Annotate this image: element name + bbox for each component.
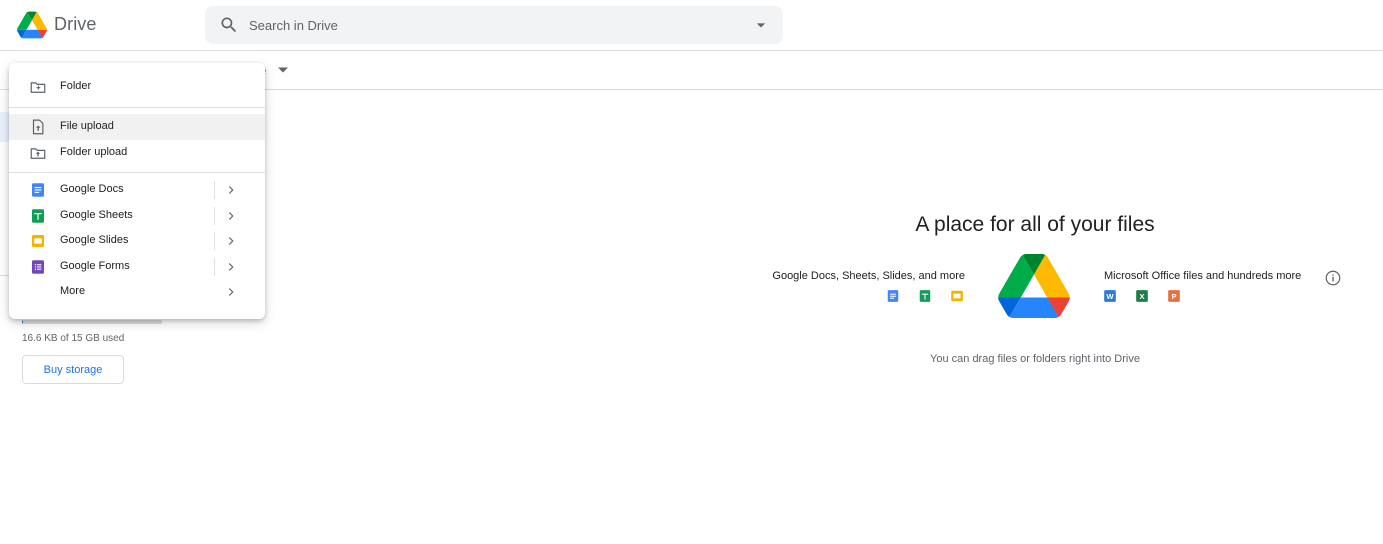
drive-large-logo-icon <box>998 254 1070 318</box>
storage-bar <box>22 320 162 324</box>
my-drive-dropdown-icon[interactable] <box>278 67 288 73</box>
menu-item-folder-upload[interactable]: Folder upload <box>9 140 265 166</box>
office-files-caption: Microsoft Office files and hundreds more <box>1104 270 1302 282</box>
google-slides-icon <box>32 235 44 247</box>
word-letter: W <box>1106 292 1114 301</box>
menu-item-separator <box>214 232 215 250</box>
storage-bar-fill <box>22 320 23 324</box>
top-bar: Drive <box>0 0 1383 51</box>
drive-page: Drive e 16.6 KB of 15 GB used Buy storag… <box>0 0 1383 544</box>
menu-item-separator <box>214 181 215 199</box>
search-icon[interactable] <box>219 15 239 35</box>
google-slides-icon <box>951 290 963 302</box>
menu-item-google-forms[interactable]: Google Forms <box>9 254 265 280</box>
search-bar[interactable] <box>205 6 783 44</box>
menu-item-more[interactable]: More <box>9 279 265 305</box>
google-sheets-icon <box>919 290 931 302</box>
search-input[interactable] <box>249 6 729 44</box>
file-upload-icon <box>32 119 44 135</box>
excel-letter: X <box>1139 292 1144 301</box>
google-docs-icon <box>887 290 899 302</box>
chevron-right-icon[interactable] <box>224 209 238 223</box>
chevron-right-icon[interactable] <box>224 234 238 248</box>
menu-item-label: Folder <box>60 80 92 92</box>
menu-item-label: Google Docs <box>60 183 124 195</box>
menu-item-label: Google Forms <box>60 260 130 272</box>
menu-item-file-upload[interactable]: File upload <box>9 114 265 140</box>
google-apps-caption: Google Docs, Sheets, Slides, and more <box>772 270 965 282</box>
chevron-right-icon[interactable] <box>224 285 238 299</box>
menu-divider <box>9 107 265 108</box>
drive-logo-icon[interactable] <box>17 11 47 39</box>
menu-item-google-docs[interactable]: Google Docs <box>9 177 265 203</box>
new-folder-icon <box>30 82 46 93</box>
chevron-right-icon[interactable] <box>224 183 238 197</box>
powerpoint-letter: P <box>1171 292 1176 301</box>
info-icon[interactable] <box>1324 269 1342 287</box>
microsoft-excel-icon: X <box>1136 290 1148 302</box>
menu-item-google-sheets[interactable]: Google Sheets <box>9 203 265 229</box>
microsoft-powerpoint-icon: P <box>1168 290 1180 302</box>
google-docs-icon <box>32 183 44 197</box>
menu-item-google-slides[interactable]: Google Slides <box>9 228 265 254</box>
menu-item-folder[interactable]: Folder <box>9 74 265 100</box>
storage-used-text: 16.6 KB of 15 GB used <box>22 333 125 344</box>
folder-upload-icon <box>30 148 46 159</box>
app-name[interactable]: Drive <box>54 14 97 35</box>
menu-item-label: Google Slides <box>60 234 129 246</box>
new-menu: Folder File upload Folder upload Google … <box>9 63 265 319</box>
google-sheets-icon <box>32 209 44 223</box>
search-options-dropdown-icon[interactable] <box>751 15 771 35</box>
drag-drop-hint: You can drag files or folders right into… <box>930 353 1140 365</box>
chevron-right-icon[interactable] <box>224 260 238 274</box>
menu-item-label: File upload <box>60 120 114 132</box>
microsoft-word-icon: W <box>1104 290 1116 302</box>
menu-item-label: Google Sheets <box>60 209 133 221</box>
menu-item-separator <box>214 207 215 225</box>
menu-divider <box>9 172 265 173</box>
menu-item-label: Folder upload <box>60 146 128 158</box>
google-forms-icon <box>32 260 44 274</box>
menu-item-label: More <box>60 285 86 297</box>
empty-state-title: A place for all of your files <box>915 213 1155 236</box>
buy-storage-button[interactable]: Buy storage <box>22 355 124 384</box>
menu-item-separator <box>214 258 215 276</box>
